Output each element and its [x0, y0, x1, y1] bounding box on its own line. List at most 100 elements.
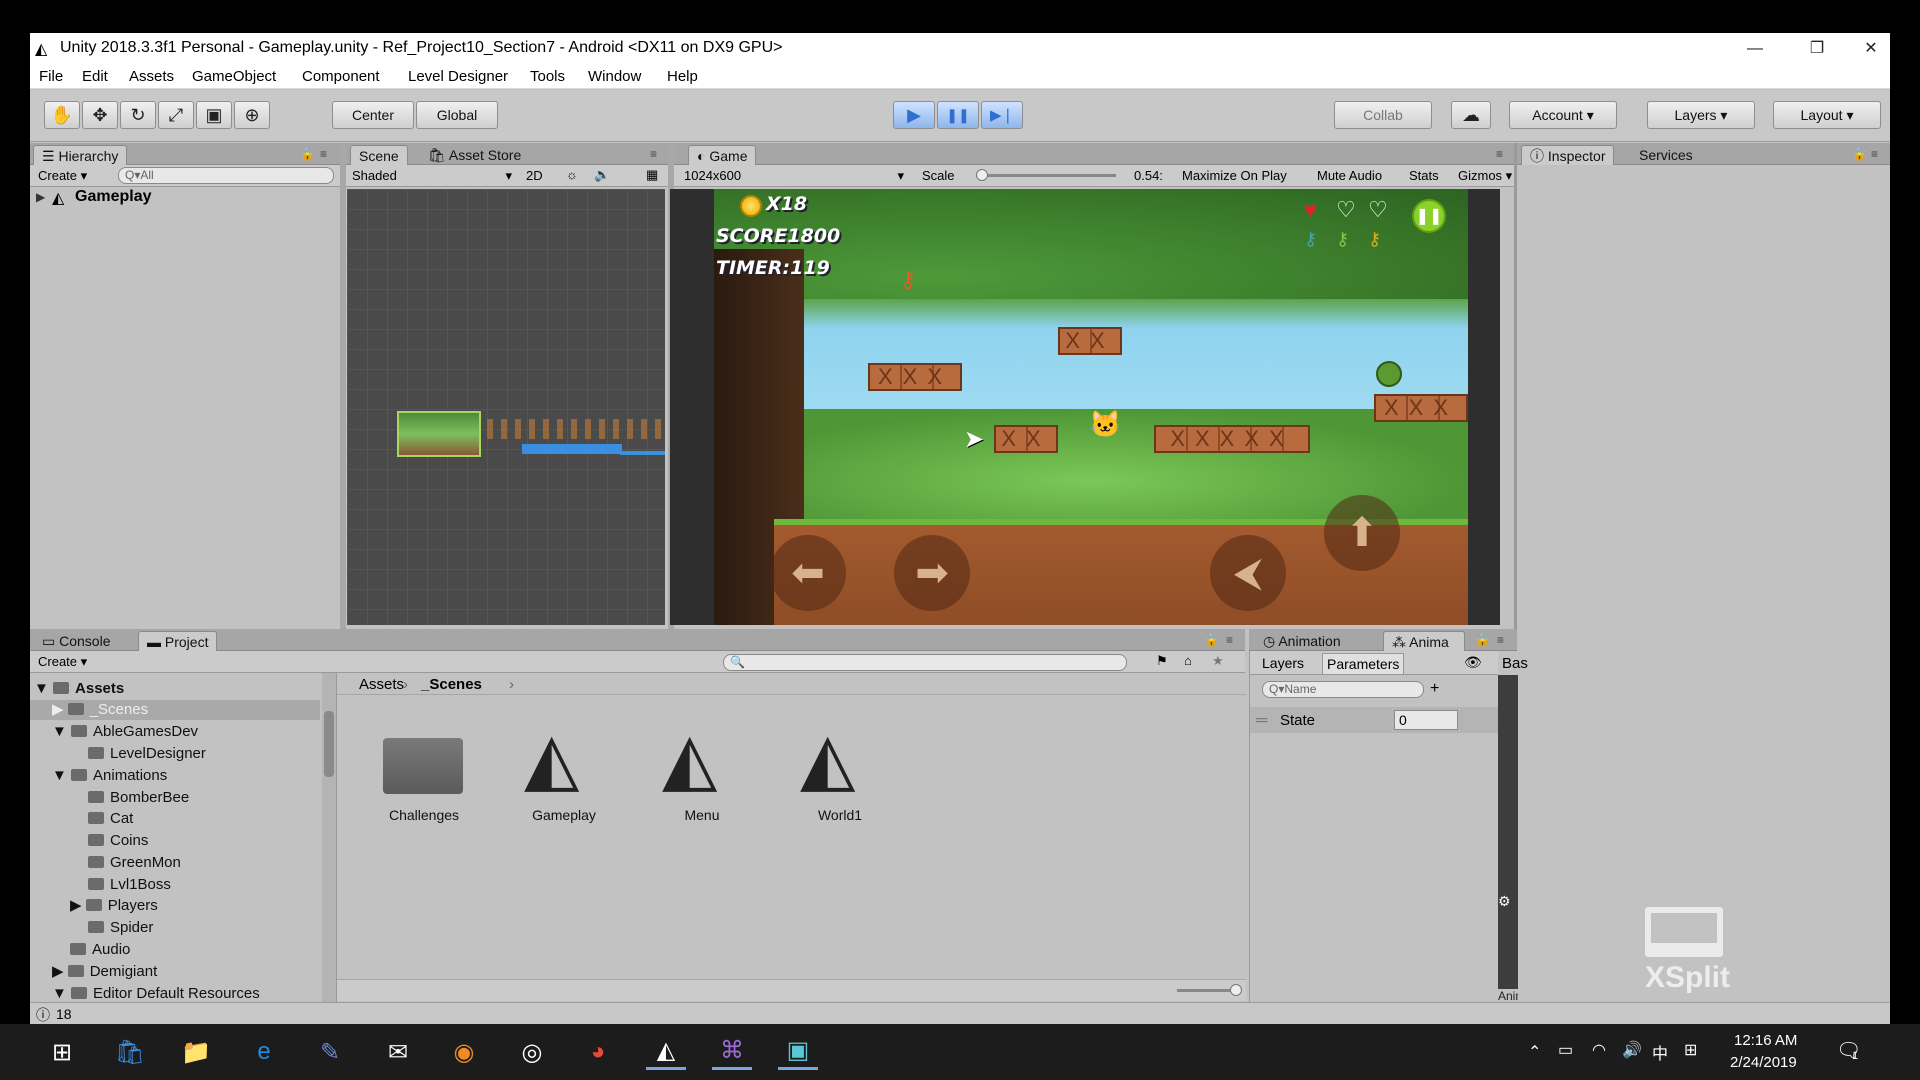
scale-slider-track[interactable]: [976, 174, 1116, 177]
pivot-center-toggle[interactable]: Center: [332, 101, 414, 129]
panel-menu-icon[interactable]: ≡: [650, 147, 657, 161]
panel-menu-icon[interactable]: ≡: [1497, 633, 1504, 647]
obs-icon[interactable]: ◎: [512, 1034, 552, 1070]
stats-toggle[interactable]: Stats: [1409, 168, 1439, 183]
tree-item[interactable]: LevelDesigner: [88, 744, 206, 764]
icon-size-slider-thumb[interactable]: [1230, 984, 1242, 996]
lighting-icon[interactable]: ☼: [566, 167, 578, 182]
step-button[interactable]: ▶❘: [981, 101, 1023, 129]
panel-menu-icon[interactable]: ≡: [1871, 147, 1878, 161]
toggle-2d-button[interactable]: 2D: [526, 168, 543, 183]
keyboard-icon[interactable]: ⊞: [1684, 1040, 1697, 1060]
favorites-star-icon[interactable]: ★: [1212, 653, 1224, 669]
tree-scrollbar-thumb[interactable]: [324, 711, 334, 777]
add-parameter-button[interactable]: +: [1430, 680, 1439, 698]
edge-browser-icon[interactable]: e: [244, 1034, 284, 1070]
tree-item[interactable]: ▶ _Scenes: [52, 700, 148, 720]
mute-audio-toggle[interactable]: Mute Audio: [1317, 168, 1382, 183]
shading-dropdown[interactable]: Shaded ▾: [352, 168, 512, 183]
hierarchy-root-scene[interactable]: Gameplay: [75, 188, 151, 206]
hierarchy-create-dropdown[interactable]: Create ▾: [38, 168, 87, 184]
play-button[interactable]: ▶: [893, 101, 935, 129]
layout-dropdown[interactable]: Layout ▾: [1773, 101, 1881, 129]
tab-layers[interactable]: Layers: [1258, 655, 1308, 671]
lock-icon[interactable]: 🔒: [1852, 147, 1867, 161]
rotate-tool-button[interactable]: ↻: [120, 101, 156, 129]
battery-icon[interactable]: ▭: [1558, 1040, 1573, 1060]
menu-level-designer[interactable]: Level Designer: [408, 68, 508, 85]
ime-indicator[interactable]: 中: [1652, 1040, 1668, 1064]
parameter-row[interactable]: ═ State 0: [1250, 707, 1498, 733]
lock-icon[interactable]: 🔒: [1475, 633, 1490, 647]
tree-item[interactable]: Cat: [88, 809, 133, 829]
restore-button[interactable]: ❐: [1792, 35, 1842, 62]
tab-parameters[interactable]: Parameters: [1322, 653, 1405, 675]
minimize-button[interactable]: —: [1730, 35, 1780, 62]
tree-item[interactable]: ▼ Assets: [34, 679, 124, 699]
panel-menu-icon[interactable]: ≡: [1226, 633, 1233, 647]
eye-icon[interactable]: 👁: [1464, 654, 1482, 671]
menu-edit[interactable]: Edit: [82, 68, 108, 85]
clock-time[interactable]: 12:16 AM: [1734, 1032, 1797, 1049]
tree-item[interactable]: ▼ Editor Default Resources: [52, 984, 260, 1002]
tree-scrollbar[interactable]: [322, 673, 336, 1002]
breadcrumb-scenes[interactable]: _Scenes: [421, 676, 482, 693]
cloud-button[interactable]: ☁: [1451, 101, 1491, 129]
panel-menu-icon[interactable]: ≡: [1496, 147, 1503, 161]
tab-hierarchy[interactable]: ☰ Hierarchy: [33, 145, 128, 165]
tree-item[interactable]: GreenMon: [88, 853, 181, 873]
scene-viewport[interactable]: [347, 189, 665, 625]
lock-icon[interactable]: 🔒: [1204, 633, 1219, 647]
tree-item[interactable]: ▶ Demigiant: [52, 962, 157, 982]
tree-item[interactable]: Lvl1Boss: [88, 875, 171, 895]
gizmos-dropdown[interactable]: Gizmos ▾: [1458, 168, 1512, 184]
menu-gameobject[interactable]: GameObject: [192, 68, 276, 85]
breadcrumb-assets[interactable]: Assets: [359, 676, 404, 693]
audio-icon[interactable]: 🔈: [594, 167, 610, 183]
resolution-dropdown[interactable]: 1024x600 ▾: [684, 168, 904, 183]
message-count[interactable]: 18: [56, 1006, 72, 1022]
menu-window[interactable]: Window: [588, 68, 641, 85]
menu-file[interactable]: File: [39, 68, 63, 85]
tab-console[interactable]: ▭ Console: [34, 631, 119, 651]
tree-item[interactable]: Coins: [88, 831, 148, 851]
tab-services[interactable]: Services: [1631, 145, 1701, 165]
hand-tool-button[interactable]: ✋: [44, 101, 80, 129]
parameter-search-input[interactable]: Q▾Name: [1262, 681, 1424, 698]
parameter-value-field[interactable]: 0: [1394, 710, 1458, 730]
move-tool-button[interactable]: ✥: [82, 101, 118, 129]
jump-button[interactable]: ⬆: [1324, 495, 1400, 571]
tree-item[interactable]: BomberBee: [88, 788, 189, 808]
collab-dropdown[interactable]: Collab: [1334, 101, 1432, 129]
start-button-icon[interactable]: ⊞: [42, 1034, 82, 1070]
tab-scene[interactable]: Scene: [350, 145, 408, 165]
tab-project[interactable]: ▬ Project: [138, 631, 218, 651]
tab-animator[interactable]: ⁂ Anima: [1383, 631, 1465, 651]
unity-taskbar-icon[interactable]: ◭: [646, 1034, 686, 1070]
drag-handle-icon[interactable]: ═: [1256, 712, 1267, 730]
game-render[interactable]: X18 SCORE1800 TIMER:119 ♥ ♡ ♡ ❚❚ ⚷ ⚷ ⚷ ⚷…: [714, 189, 1468, 625]
panel-menu-icon[interactable]: ≡: [320, 147, 327, 161]
game-viewport[interactable]: X18 SCORE1800 TIMER:119 ♥ ♡ ♡ ❚❚ ⚷ ⚷ ⚷ ⚷…: [670, 189, 1500, 625]
lock-icon[interactable]: 🔒: [300, 147, 315, 161]
visual-studio-icon[interactable]: ⌘: [712, 1034, 752, 1070]
menu-help[interactable]: Help: [667, 68, 698, 85]
chevron-up-icon[interactable]: ⌃: [1528, 1042, 1541, 1062]
move-left-button[interactable]: ⬅: [770, 535, 846, 611]
hierarchy-search-input[interactable]: Q▾All: [118, 167, 334, 184]
project-search-input[interactable]: 🔍: [723, 654, 1127, 671]
maximize-on-play-toggle[interactable]: Maximize On Play: [1182, 168, 1287, 183]
filter-by-type-icon[interactable]: ⚑: [1156, 653, 1168, 669]
filter-by-label-icon[interactable]: ⌂: [1184, 653, 1192, 668]
tab-animation[interactable]: ◷ Animation: [1255, 631, 1349, 651]
panel-splitter[interactable]: [340, 143, 346, 657]
menu-component[interactable]: Component: [302, 68, 380, 85]
menu-tools[interactable]: Tools: [530, 68, 565, 85]
pivot-global-toggle[interactable]: Global: [416, 101, 498, 129]
rect-tool-button[interactable]: ▣: [196, 101, 232, 129]
xsplit-taskbar-icon[interactable]: ▣: [778, 1034, 818, 1070]
tree-item[interactable]: Audio: [70, 940, 130, 960]
paint-app-icon[interactable]: ✎: [310, 1034, 350, 1070]
menu-assets[interactable]: Assets: [129, 68, 174, 85]
wifi-icon[interactable]: ◠: [1592, 1040, 1606, 1060]
